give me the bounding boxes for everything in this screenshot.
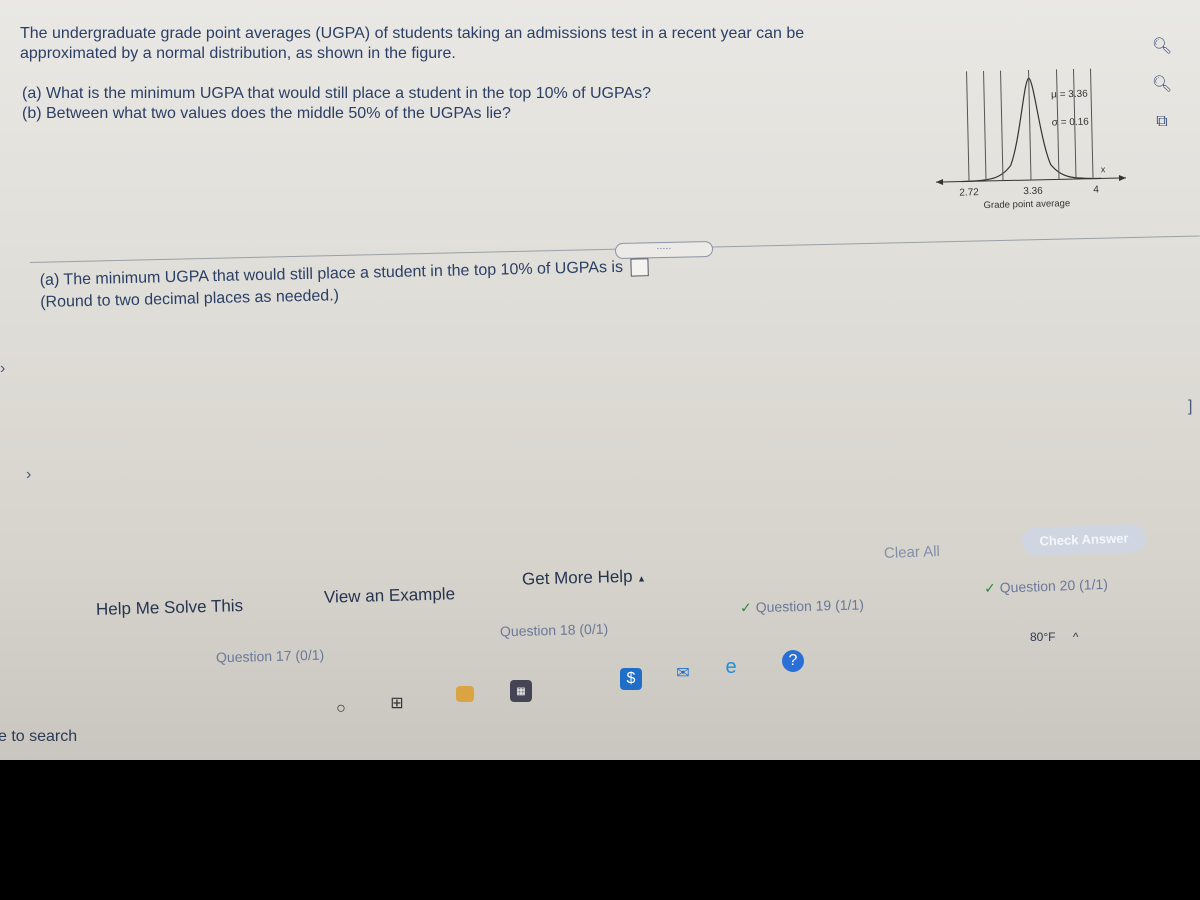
gridline-1 [966, 71, 970, 182]
answer-input[interactable] [630, 257, 649, 277]
left-chevron-icon-2[interactable]: › [26, 466, 31, 484]
get-more-help-button[interactable]: Get More Help ▲ [522, 566, 646, 589]
caret-up-icon: ▲ [636, 573, 647, 584]
clear-all-button[interactable]: Clear All [884, 543, 940, 562]
zoom-in-icon[interactable]: 🔍︎ [1150, 34, 1174, 58]
sigma-label: σ = 0.16 [1052, 117, 1090, 129]
file-explorer-icon[interactable] [456, 686, 474, 702]
gridline-3 [1000, 70, 1004, 181]
question-20-label: Question 20 (1/1) [999, 575, 1109, 596]
store-icon[interactable]: ▦ [510, 680, 532, 702]
view-example-button[interactable]: View an Example [324, 584, 456, 607]
chevron-up-icon[interactable]: ^ [1073, 630, 1079, 644]
mu-label: μ = 3.36 [1051, 89, 1088, 101]
side-toolbar: 🔍︎ 🔍︎ ⧉ [1150, 34, 1190, 148]
normal-distribution-figure: μ = 3.36 σ = 0.16 x 2.72 3.36 4 Grade po… [928, 48, 1132, 222]
right-bracket-icon[interactable]: ] [1188, 398, 1192, 416]
question-19-link[interactable]: ✓ Question 19 (1/1) [740, 596, 864, 616]
system-tray: 80°F ^ [1030, 630, 1078, 644]
edge-icon[interactable]: e [720, 656, 742, 678]
help-icon[interactable]: ? [782, 650, 804, 672]
x-variable-label: x [1101, 164, 1106, 174]
help-me-solve-button[interactable]: Help Me Solve This [96, 596, 244, 620]
taskbar-search[interactable]: e to search [0, 728, 77, 746]
normal-curve-svg: μ = 3.36 σ = 0.16 x 2.72 3.36 4 Grade po… [936, 68, 1127, 211]
question-intro: The undergraduate grade point averages (… [20, 25, 805, 62]
check-icon: ✓ [983, 579, 997, 597]
mail-icon[interactable]: ✉ [672, 662, 694, 684]
question-20-link[interactable]: ✓ Question 20 (1/1) [984, 576, 1108, 597]
mean-line [1028, 70, 1032, 180]
taskbar: ○ ⊞ ▦ $ ✉ e ? [320, 650, 880, 717]
get-more-help-label: Get More Help [521, 566, 633, 589]
app-icon-dollar[interactable]: $ [620, 668, 642, 690]
question-18-link[interactable]: Question 18 (0/1) [500, 621, 609, 640]
left-chevron-icon[interactable]: › [0, 360, 5, 378]
axis-right-arrow [1118, 174, 1126, 181]
tick-label-mean: 3.36 [1023, 186, 1043, 197]
weather-temp[interactable]: 80°F [1030, 630, 1055, 644]
check-answer-button[interactable]: Check Answer [1021, 523, 1147, 557]
tick-label-max: 4 [1093, 184, 1099, 195]
zoom-out-icon[interactable]: 🔍︎ [1150, 72, 1174, 96]
cortana-icon[interactable]: ○ [330, 698, 352, 720]
question-parts: (a) What is the minimum UGPA that would … [22, 84, 742, 124]
popout-icon[interactable]: ⧉ [1150, 110, 1174, 134]
check-icon: ✓ [739, 599, 752, 616]
axis-left-arrow [936, 178, 944, 185]
gridline-6 [1090, 68, 1094, 179]
question-17-link[interactable]: Question 17 (0/1) [216, 647, 325, 666]
tick-label-min: 2.72 [959, 187, 979, 198]
task-view-icon[interactable]: ⊞ [386, 692, 408, 714]
answer-area: (a) The minimum UGPA that would still pl… [40, 256, 650, 314]
question-part-b: (b) Between what two values does the mid… [22, 105, 511, 122]
x-axis-label: Grade point average [983, 198, 1070, 211]
question-19-label: Question 19 (1/1) [755, 596, 865, 616]
gridline-2 [983, 71, 987, 182]
question-part-a: (a) What is the minimum UGPA that would … [22, 85, 652, 102]
screen: The undergraduate grade point averages (… [0, 0, 1200, 760]
